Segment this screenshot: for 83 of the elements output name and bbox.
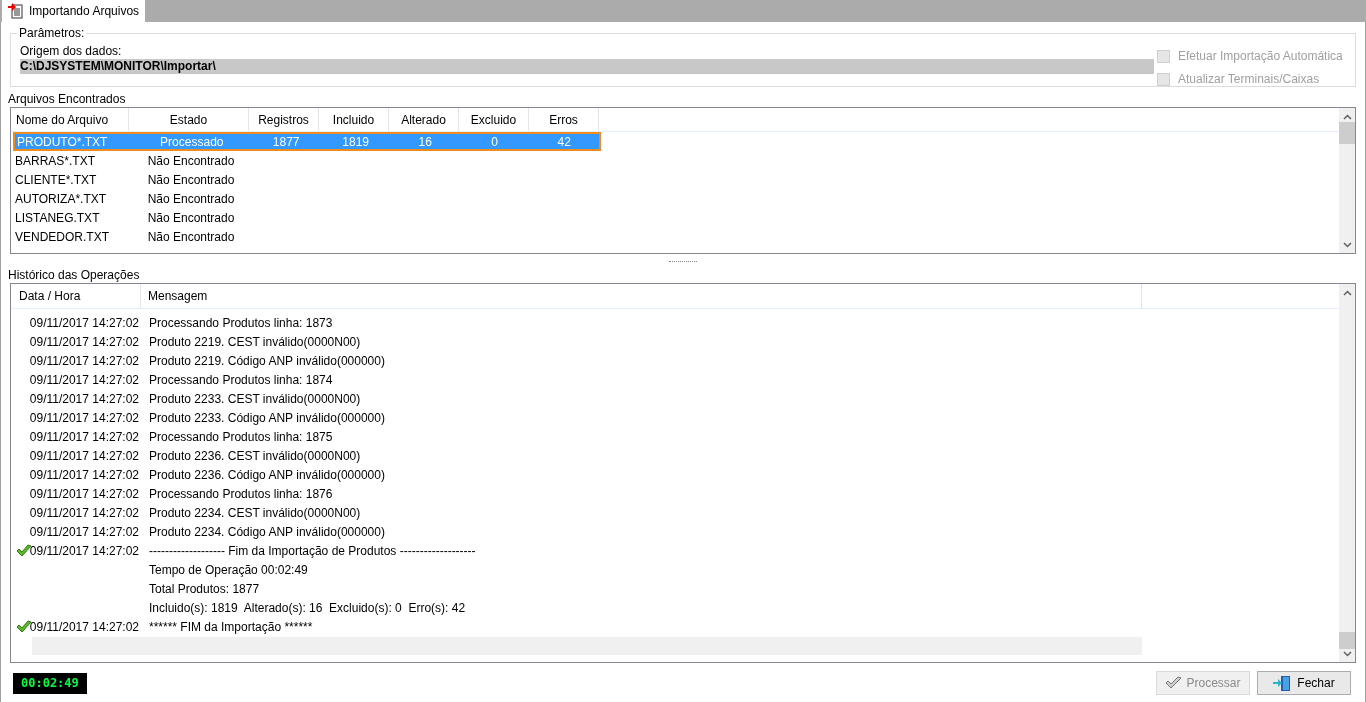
file-row[interactable]: VENDEDOR.TXT Não Encontrado xyxy=(13,227,601,246)
table-cell-text: 1877 xyxy=(271,133,301,151)
close-button[interactable]: Fechar xyxy=(1257,671,1351,695)
scroll-down-icon[interactable] xyxy=(1342,242,1352,248)
message-cell-text: Produto 2219. Código ANP inválido(000000) xyxy=(148,352,385,370)
message-cell-text: Processando Produtos linha: 1876 xyxy=(148,485,333,503)
message-cell-text: Incluido(s): 1819 Alterado(s): 16 Excluido(s): 0 Erro(s): 42 xyxy=(148,599,466,617)
message-cell-text: Produto 2219. CEST inválido(0000N00) xyxy=(148,333,361,351)
table-cell-text: 0 xyxy=(490,133,500,151)
checkbox-label: Atualizar Terminais/Caixas xyxy=(1178,71,1320,88)
timer-display: 00:02:49 xyxy=(13,672,87,694)
date-cell-text: 09/11/2017 14:27:02 xyxy=(29,485,139,503)
source-path-field[interactable]: C:\DJSYSTEM\MONITOR\Importar\ xyxy=(20,59,1154,74)
tab[interactable]: Importando Arquivos xyxy=(2,0,146,22)
message-cell-text: Produto 2236. CEST inválido(0000N00) xyxy=(148,447,361,465)
file-row[interactable]: LISTANEG.TXT Não Encontrado xyxy=(13,208,601,227)
scroll-up-icon[interactable] xyxy=(1342,290,1352,296)
table-cell-text: Não Encontrado xyxy=(146,228,236,246)
date-cell-text: 09/11/2017 14:27:02 xyxy=(29,618,139,636)
scrollbar[interactable] xyxy=(1339,284,1355,662)
date-cell-text: 09/11/2017 14:27:02 xyxy=(29,371,139,389)
date-cell-text: 09/11/2017 14:27:02 xyxy=(29,409,139,427)
table-cell-text: 16 xyxy=(417,133,433,151)
check-icon xyxy=(1165,676,1183,690)
table-cell-text: LISTANEG.TXT xyxy=(14,209,101,227)
date-cell-text: 09/11/2017 14:27:02 xyxy=(29,428,139,446)
table-cell-text: 1819 xyxy=(341,133,370,151)
scroll-thumb[interactable] xyxy=(1339,632,1355,649)
table-cell-text: AUTORIZA*.TXT xyxy=(14,190,108,208)
column-header[interactable]: Data / Hora xyxy=(11,284,141,308)
group-title: Parâmetros: xyxy=(17,26,87,40)
table-cell-text: Não Encontrado xyxy=(146,209,236,227)
file-row[interactable]: CLIENTE*.TXT Não Encontrado xyxy=(13,170,601,189)
section-title: Histórico das Operações xyxy=(8,268,141,283)
message-cell-text: Total Produtos: 1877 xyxy=(148,580,260,598)
message-cell-text: Processando Produtos linha: 1873 xyxy=(148,314,333,332)
date-cell-text: 09/11/2017 14:27:02 xyxy=(29,314,139,332)
checkbox-label: Efetuar Importação Automática xyxy=(1178,48,1343,65)
message-cell-text: Processando Produtos linha: 1875 xyxy=(148,428,333,446)
date-cell-text: 09/11/2017 14:27:02 xyxy=(29,333,139,351)
date-cell-text: 09/11/2017 14:27:02 xyxy=(29,466,139,484)
check-icon xyxy=(16,620,32,634)
column-header[interactable]: Erros xyxy=(529,108,599,131)
message-cell-text: Produto 2234. Código ANP inválido(000000) xyxy=(148,523,385,541)
column-header[interactable]: Mensagem xyxy=(141,284,1142,308)
table-cell-text: Não Encontrado xyxy=(146,171,236,189)
file-row[interactable]: BARRAS*.TXT Não Encontrado xyxy=(13,151,601,170)
column-header[interactable]: Nome do Arquivo xyxy=(11,108,129,131)
column-header[interactable]: Alterado xyxy=(389,108,459,131)
scroll-up-icon[interactable] xyxy=(1342,114,1352,120)
message-cell-text: Processando Produtos linha: 1874 xyxy=(148,371,333,389)
section-title: Arquivos Encontrados xyxy=(8,92,127,107)
table-cell-text: VENDEDOR.TXT xyxy=(14,228,110,246)
column-header[interactable]: Excluido xyxy=(459,108,529,131)
message-cell-text: ------------------- Fim da Importação de Produtos ------------------- xyxy=(148,542,476,560)
column-header[interactable]: Registros xyxy=(249,108,319,131)
table-cell-text: PRODUTO*.TXT xyxy=(16,133,109,151)
message-cell-text: Produto 2233. Código ANP inválido(000000) xyxy=(148,409,385,427)
date-cell-text: 09/11/2017 14:27:02 xyxy=(29,523,139,541)
scrollbar[interactable] xyxy=(1339,108,1355,253)
date-cell-text: 09/11/2017 14:27:02 xyxy=(29,390,139,408)
message-cell-text: Produto 2233. CEST inválido(0000N00) xyxy=(148,390,361,408)
table-cell-text: BARRAS*.TXT xyxy=(14,152,96,170)
table-cell-text: 42 xyxy=(556,133,572,151)
message-cell-text: Tempo de Operação 00:02:49 xyxy=(148,561,308,579)
date-cell-text: 09/11/2017 14:27:02 xyxy=(29,504,139,522)
column-header[interactable]: Incluido xyxy=(319,108,389,131)
message-cell-text: ****** FIM da Importação ****** xyxy=(148,618,313,636)
table-cell-text: CLIENTE*.TXT xyxy=(14,171,98,189)
date-cell-text: 09/11/2017 14:27:02 xyxy=(29,447,139,465)
table-cell-text: Processado xyxy=(159,133,225,151)
date-cell-text: 09/11/2017 14:27:02 xyxy=(29,542,139,560)
column-header[interactable]: Estado xyxy=(129,108,249,131)
scroll-down-icon[interactable] xyxy=(1342,651,1352,657)
message-cell-text: Produto 2236. Código ANP inválido(000000) xyxy=(148,466,385,484)
source-label: Origem dos dados: xyxy=(20,44,123,59)
date-cell-text: 09/11/2017 14:27:02 xyxy=(29,352,139,370)
file-row[interactable]: AUTORIZA*.TXT Não Encontrado xyxy=(13,189,601,208)
scroll-thumb[interactable] xyxy=(1339,122,1355,144)
check-icon xyxy=(16,544,32,558)
table-cell-text: Não Encontrado xyxy=(146,152,236,170)
table-cell-text: Não Encontrado xyxy=(146,190,236,208)
message-cell-text: Produto 2234. CEST inválido(0000N00) xyxy=(148,504,361,522)
